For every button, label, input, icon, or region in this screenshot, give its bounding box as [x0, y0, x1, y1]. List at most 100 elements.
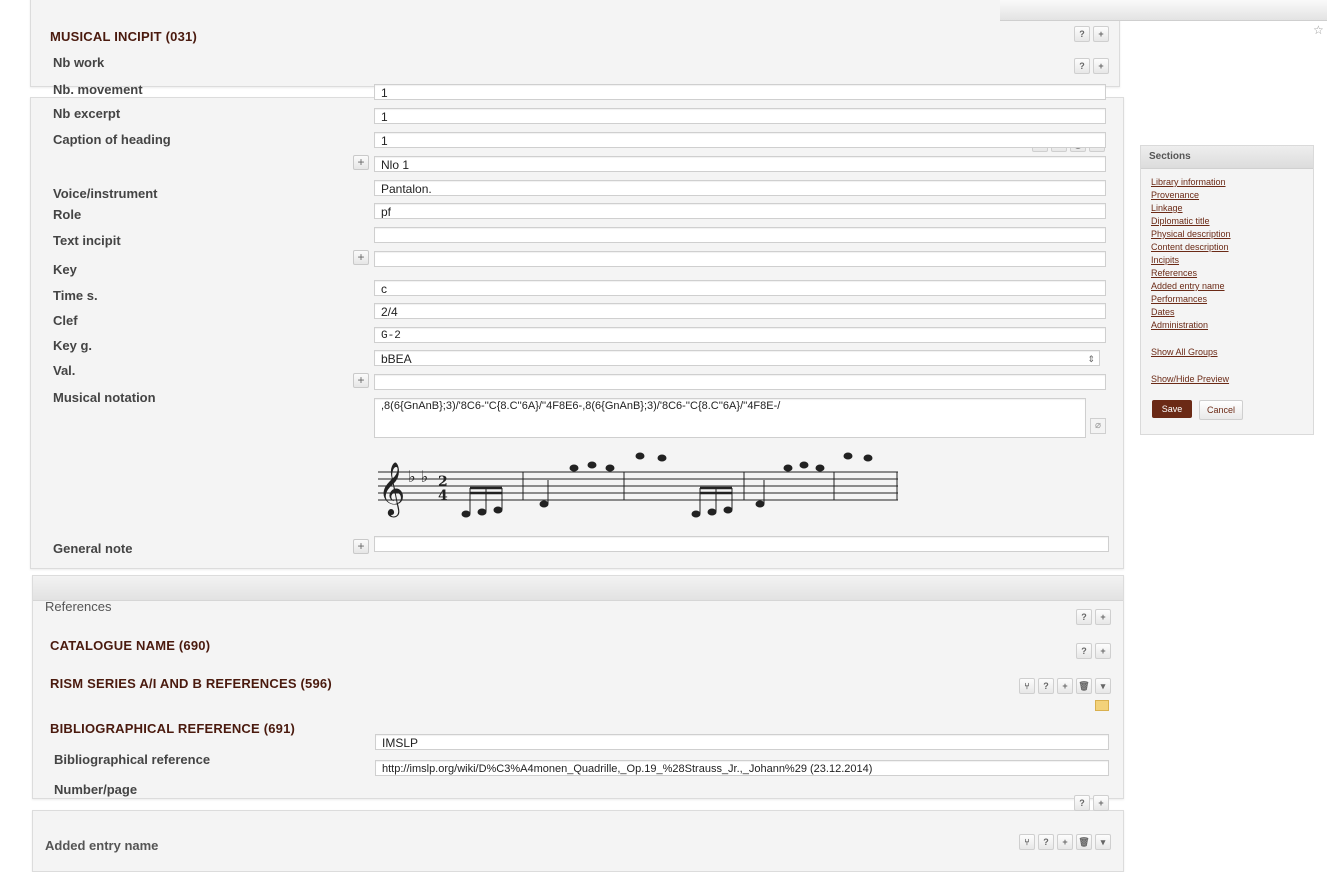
role-field[interactable]: pf [374, 203, 1106, 219]
sidebar-link[interactable]: Physical description [1151, 228, 1313, 241]
star-icon[interactable]: ☆ [1313, 23, 1324, 37]
add-icon[interactable]: + [1057, 678, 1073, 694]
sidebar-link[interactable]: Content description [1151, 241, 1313, 254]
sidebar-link[interactable]: Administration [1151, 319, 1313, 332]
help-icon[interactable]: ? [1076, 609, 1092, 625]
caption-label: Caption of heading [53, 132, 171, 147]
flat-icon: ♭ ♭ [408, 467, 428, 486]
nb-work-label: Nb work [53, 55, 105, 70]
show-hide-preview-link[interactable]: Show/Hide Preview [1151, 373, 1313, 386]
nb-excerpt-label: Nb excerpt [53, 106, 121, 121]
chevron-down-icon[interactable]: ▾ [1095, 834, 1111, 850]
references-title: References [45, 599, 112, 614]
cancel-button[interactable]: Cancel [1199, 400, 1243, 420]
help-icon[interactable]: ? [1074, 795, 1090, 811]
sections-sidebar: Sections Library information Provenance … [1140, 145, 1314, 435]
sidebar-link[interactable]: References [1151, 267, 1313, 280]
nb-movement-field[interactable]: 1 [374, 84, 1106, 100]
save-button[interactable]: Save [1152, 400, 1192, 418]
sidebar-title: Sections [1141, 146, 1313, 169]
sidebar-link[interactable]: Performances [1151, 293, 1313, 306]
delete-icon[interactable]: 🗑 [1076, 678, 1092, 694]
add-icon[interactable]: + [1093, 26, 1109, 42]
caption-field[interactable]: 1 [374, 132, 1106, 148]
biblio-label: Bibliographical reference [54, 752, 211, 767]
sidebar-link[interactable]: Incipits [1151, 254, 1313, 267]
keyg-label: Key g. [53, 338, 93, 353]
notation-textarea[interactable]: ,8(6{GnAnB};3)/'8C6-''C{8.C''6A}/''4F8E6… [374, 398, 1086, 438]
keyg-select[interactable]: bBEA ⇕ [374, 350, 1100, 366]
biblio-buttons: ⑂ ? + 🗑 ▾ [1019, 678, 1111, 694]
add-icon[interactable]: + [353, 250, 369, 265]
key-label: Key [53, 262, 77, 277]
treble-clef-icon: 𝄞 [378, 461, 405, 517]
caption-heading-field[interactable]: Nlo 1 [374, 156, 1106, 172]
rism-title: RISM SERIES A/I AND B REFERENCES (596) [50, 676, 332, 691]
val-field[interactable] [374, 374, 1106, 390]
number-field[interactable]: http://imslp.org/wiki/D%C3%A4monen_Quadr… [375, 760, 1109, 776]
incipit-preview: 𝄞 ♭ ♭ 2 4 [378, 452, 898, 518]
nb-excerpt-field[interactable]: 1 [374, 108, 1106, 124]
help-icon[interactable]: ? [1038, 678, 1054, 694]
delete-icon[interactable]: 🗑 [1076, 834, 1092, 850]
help-icon[interactable]: ? [1038, 834, 1054, 850]
chevron-down-icon[interactable]: ▾ [1095, 678, 1111, 694]
sidebar-links: Library information Provenance Linkage D… [1141, 169, 1313, 332]
add-icon[interactable]: + [1095, 643, 1111, 659]
sidebar-link[interactable]: Added entry name [1151, 280, 1313, 293]
sidebar-link[interactable]: Provenance [1151, 189, 1313, 202]
key-value-field[interactable]: c [374, 280, 1106, 296]
add-icon[interactable]: + [353, 373, 369, 388]
help-icon[interactable]: ? [1074, 26, 1090, 42]
tag-buttons: ? + [1074, 58, 1109, 74]
add-icon[interactable]: + [353, 539, 369, 554]
show-all-groups-link[interactable]: Show All Groups [1151, 346, 1313, 359]
references-header [33, 576, 1123, 601]
link-icon[interactable]: ⑂ [1019, 678, 1035, 694]
keyg-value: bBEA [381, 352, 412, 366]
sidebar-link[interactable]: Dates [1151, 306, 1313, 319]
sidebar-link[interactable]: Diplomatic title [1151, 215, 1313, 228]
add-icon[interactable]: + [1093, 58, 1109, 74]
role-label: Role [53, 207, 82, 222]
biblio-title: BIBLIOGRAPHICAL REFERENCE (691) [50, 721, 296, 736]
sidebar-link[interactable]: Linkage [1151, 202, 1313, 215]
incipit-title: MUSICAL INCIPIT (031) [50, 29, 197, 44]
text-incipit-field[interactable] [374, 227, 1106, 243]
time-field[interactable]: 2/4 [374, 303, 1106, 319]
tag-buttons: ? + [1076, 609, 1111, 625]
nb-movement-label: Nb. movement [53, 82, 143, 97]
link-icon[interactable]: ⑂ [1019, 834, 1035, 850]
biblio-field[interactable]: IMSLP [375, 734, 1109, 750]
time-label: Time s. [53, 288, 98, 303]
add-icon[interactable]: + [1057, 834, 1073, 850]
sidebar-link[interactable]: Library information [1151, 176, 1313, 189]
editor-page: ? + ? + ? + 🗑 ▾ MUSICAL INCIPIT (031) Nb… [0, 0, 1327, 872]
general-note-label: General note [53, 541, 133, 556]
tag-buttons: ? + [1074, 26, 1109, 42]
select-arrows-icon: ⇕ [1087, 354, 1095, 364]
added-entry-panel: ⑂ ? + 🗑 ▾ [32, 810, 1124, 872]
add-icon[interactable]: + [353, 155, 369, 170]
note-icon[interactable] [1095, 700, 1109, 711]
tag-buttons: ? + [1074, 795, 1109, 811]
clef-label: Clef [53, 313, 78, 328]
resize-icon[interactable]: ⌀ [1090, 418, 1106, 434]
browser-toolbar-edge [1000, 0, 1327, 21]
key-field[interactable] [374, 251, 1106, 267]
add-icon[interactable]: + [1095, 609, 1111, 625]
add-icon[interactable]: + [1093, 795, 1109, 811]
tag-buttons: ⑂ ? + 🗑 ▾ [1019, 834, 1111, 850]
help-icon[interactable]: ? [1074, 58, 1090, 74]
text-incipit-label: Text incipit [53, 233, 121, 248]
voice-field[interactable]: Pantalon. [374, 180, 1106, 196]
help-icon[interactable]: ? [1076, 643, 1092, 659]
number-label: Number/page [54, 782, 138, 797]
val-label: Val. [53, 363, 76, 378]
clef-field[interactable]: G-2 [374, 327, 1106, 343]
svg-text:4: 4 [438, 488, 448, 504]
catalogue-title: CATALOGUE NAME (690) [50, 638, 211, 653]
notation-label: Musical notation [53, 390, 156, 405]
tag-buttons: ? + [1076, 643, 1111, 659]
general-note-field[interactable] [374, 536, 1109, 552]
